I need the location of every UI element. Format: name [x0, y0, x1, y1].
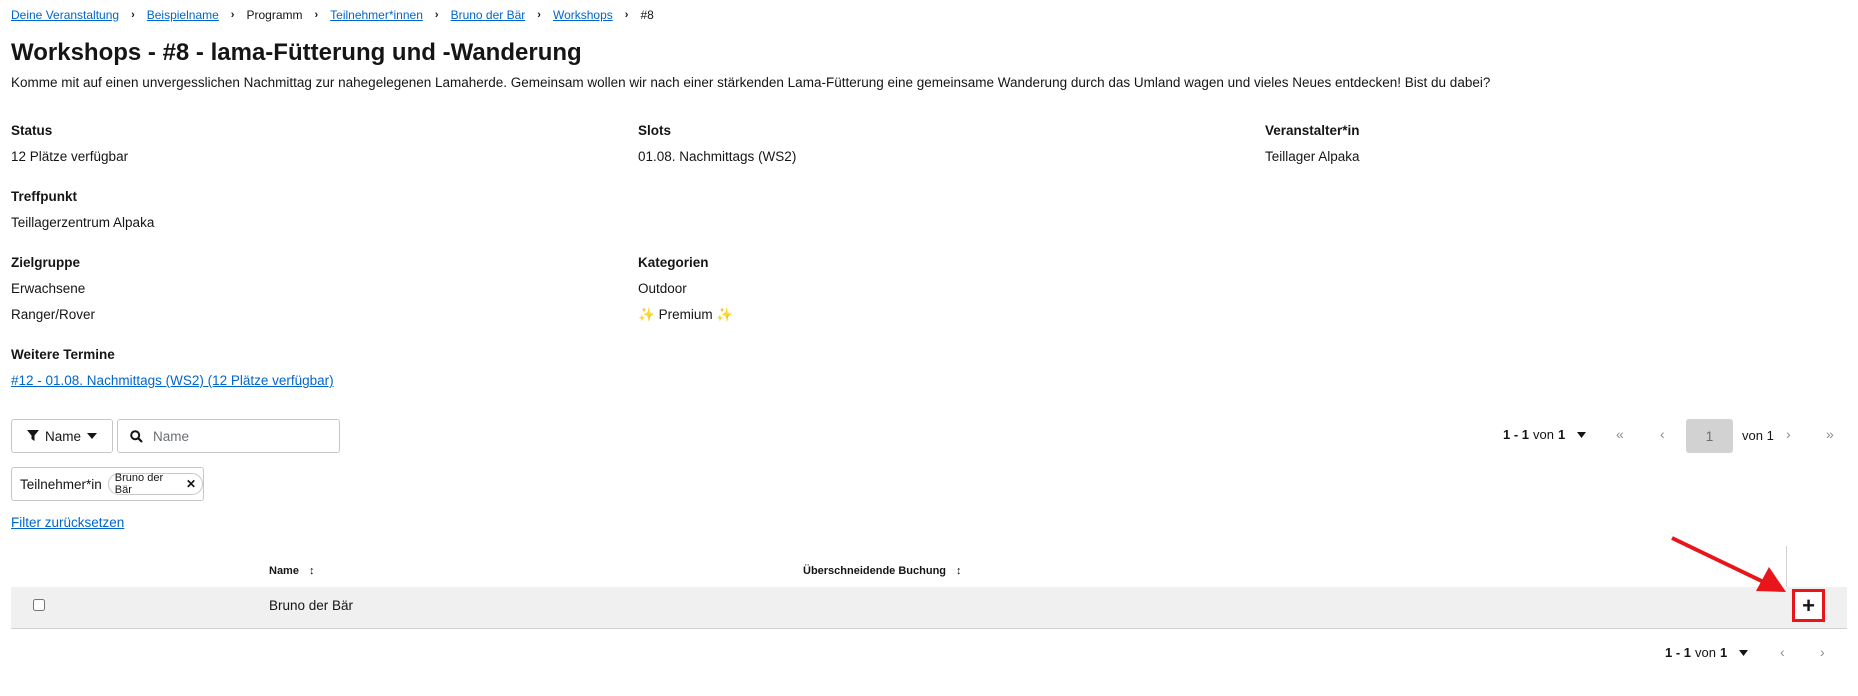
- chip-group-label: Teilnehmer*in: [20, 476, 102, 492]
- breadcrumb-workshops[interactable]: Workshops: [553, 8, 613, 22]
- page-number-input[interactable]: 1: [1686, 419, 1733, 453]
- column-header-name[interactable]: Name ↕: [269, 565, 314, 577]
- chevron-right-icon: ›: [314, 9, 319, 21]
- sparkle-icon: ✨: [638, 307, 655, 322]
- breadcrumb-participant[interactable]: Bruno der Bär: [451, 8, 526, 22]
- category-value: Outdoor: [638, 281, 687, 296]
- column-header-overlap[interactable]: Überschneidende Buchung ↕: [803, 565, 962, 577]
- next-page-icon[interactable]: ›: [1786, 426, 1791, 442]
- chevron-right-icon: ›: [537, 9, 541, 21]
- reset-filter-link[interactable]: Filter zurücksetzen: [11, 515, 124, 530]
- page-of-label: von 1: [1742, 428, 1774, 443]
- last-page-icon[interactable]: »: [1826, 426, 1834, 442]
- filter-attribute-dropdown[interactable]: Name: [11, 419, 113, 453]
- organizer-label: Veranstalter*in: [1265, 123, 1360, 138]
- row-name: Bruno der Bär: [269, 598, 354, 613]
- slots-value: 01.08. Nachmittags (WS2): [638, 149, 797, 164]
- pagination-total: 1: [1557, 427, 1566, 442]
- chevron-right-icon: ›: [434, 9, 439, 21]
- next-page-icon[interactable]: ›: [1820, 644, 1825, 660]
- breadcrumb: Deine Veranstaltung › Beispielname › Pro…: [11, 6, 654, 24]
- column-header-label: Name: [269, 565, 299, 577]
- sparkle-icon: ✨: [716, 307, 734, 322]
- slots-label: Slots: [638, 123, 672, 138]
- pagination-of: von: [1695, 645, 1716, 660]
- breadcrumb-event[interactable]: Deine Veranstaltung: [11, 8, 119, 22]
- meeting-point-label: Treffpunkt: [11, 189, 77, 204]
- breadcrumb-program: Programm: [246, 8, 303, 22]
- caret-down-icon: [87, 433, 97, 439]
- page-title: Workshops - #8 - lama-Fütterung und -Wan…: [11, 39, 582, 66]
- caret-down-icon: [1577, 431, 1587, 438]
- column-header-label: Überschneidende Buchung: [803, 565, 947, 577]
- categories-label: Kategorien: [638, 255, 709, 270]
- previous-page-icon[interactable]: ‹: [1780, 644, 1785, 660]
- filter-chip: Bruno der Bär ✕: [107, 472, 203, 496]
- search-box: [117, 419, 340, 453]
- pagination-range: 1 - 1: [1665, 645, 1692, 660]
- chip-label: Bruno der Bär: [114, 472, 164, 496]
- chevron-right-icon: ›: [624, 9, 629, 21]
- breadcrumb-participants[interactable]: Teilnehmer*innen: [330, 8, 423, 22]
- audience-value: Erwachsene: [11, 281, 86, 296]
- breadcrumb-current: #8: [640, 8, 654, 22]
- row-checkbox[interactable]: [33, 599, 45, 611]
- chevron-right-icon: ›: [131, 9, 135, 21]
- pagination-of: von: [1533, 427, 1554, 442]
- pagination-total: 1: [1719, 645, 1728, 660]
- previous-page-icon[interactable]: ‹: [1660, 426, 1665, 442]
- pagination-range-toggle[interactable]: 1 - 1 von 1: [1503, 427, 1587, 442]
- pagination-range-toggle[interactable]: 1 - 1 von 1: [1665, 645, 1749, 660]
- breadcrumb-example[interactable]: Beispielname: [147, 8, 219, 22]
- audience-value: Ranger/Rover: [11, 307, 96, 322]
- pagination-range: 1 - 1: [1503, 427, 1530, 442]
- more-dates-link[interactable]: #12 - 01.08. Nachmittags (WS2) (12 Plätz…: [11, 373, 334, 388]
- chevron-right-icon: ›: [230, 9, 235, 21]
- close-icon[interactable]: ✕: [186, 477, 196, 491]
- status-value: 12 Plätze verfügbar: [11, 149, 129, 164]
- caret-down-icon: [1739, 649, 1749, 656]
- filter-chip-group: Teilnehmer*in Bruno der Bär ✕: [11, 467, 204, 501]
- status-label: Status: [11, 123, 53, 138]
- sort-icon: ↕: [308, 565, 315, 577]
- page-description: Komme mit auf einen unvergesslichen Nach…: [11, 75, 1491, 90]
- category-value: Premium: [658, 307, 713, 322]
- filter-attribute-label: Name: [44, 428, 81, 444]
- filter-icon: [26, 430, 39, 441]
- more-dates-label: Weitere Termine: [11, 347, 115, 362]
- organizer-value: Teillager Alpaka: [1265, 149, 1360, 164]
- search-icon: [130, 429, 143, 443]
- add-booking-button[interactable]: +: [1792, 589, 1825, 622]
- audience-label: Zielgruppe: [11, 255, 81, 270]
- meeting-point-value: Teillagerzentrum Alpaka: [11, 215, 155, 230]
- sort-icon: ↕: [956, 565, 962, 577]
- category-premium: ✨ Premium ✨: [638, 307, 733, 323]
- annotation-arrow-icon: [1671, 536, 1786, 592]
- search-input[interactable]: [151, 427, 325, 445]
- first-page-icon[interactable]: «: [1616, 426, 1624, 442]
